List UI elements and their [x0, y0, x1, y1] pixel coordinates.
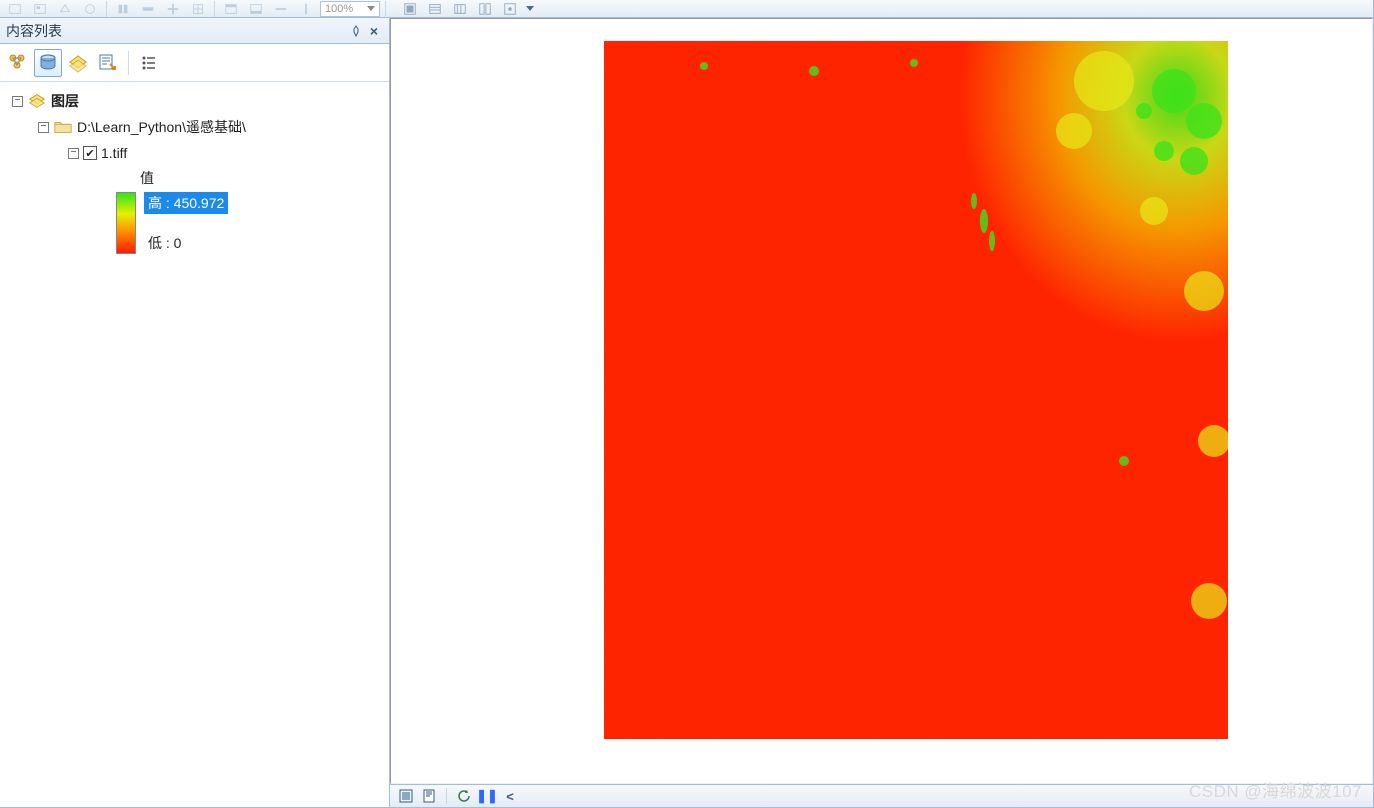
raster-display [604, 41, 1228, 739]
toolbar-btn[interactable] [424, 1, 446, 17]
toolbar-btn[interactable] [499, 1, 521, 17]
toolbar-separator [214, 1, 215, 17]
list-by-visibility-icon[interactable] [64, 49, 92, 77]
tree-folder-label: D:\Learn_Python\遥感基础\ [77, 117, 246, 137]
toolbar-btn[interactable] [220, 1, 242, 17]
back-icon[interactable]: < [500, 787, 520, 805]
tree-layer-label: 1.tiff [101, 145, 127, 161]
pin-icon[interactable] [347, 22, 365, 40]
layout-view-icon[interactable] [419, 787, 439, 805]
toc-header: 内容列表 × [0, 18, 389, 44]
zoom-combo[interactable]: 100% [320, 1, 380, 17]
toc-tree: 图层 D:\Learn_Python\遥感基础\ 1.tiff [0, 82, 389, 807]
tree-root-label: 图层 [51, 91, 79, 111]
toolbar-btn[interactable] [112, 1, 134, 17]
toolbar-btn[interactable] [54, 1, 76, 17]
toolbar-btn[interactable] [270, 1, 292, 17]
toolbar-btn[interactable] [474, 1, 496, 17]
top-toolbar: 100% [0, 0, 1373, 18]
toolbar-separator [446, 788, 447, 804]
chevron-down-icon [367, 6, 375, 11]
list-by-selection-icon[interactable] [94, 49, 122, 77]
list-by-source-icon[interactable] [34, 49, 62, 77]
toc-toolbar [0, 44, 389, 82]
toolbar-btn[interactable] [4, 1, 26, 17]
layers-icon [27, 91, 47, 111]
map-view[interactable] [390, 18, 1373, 784]
toolbar-btn[interactable] [449, 1, 471, 17]
chevron-down-icon[interactable] [526, 6, 534, 11]
toolbar-btn[interactable] [295, 1, 317, 17]
low-value-label: 低 : 0 [144, 232, 228, 254]
value-heading: 值 [140, 168, 154, 188]
collapse-icon[interactable] [38, 122, 49, 133]
tree-folder-row[interactable]: D:\Learn_Python\遥感基础\ [4, 114, 385, 140]
pause-icon[interactable]: ❚❚ [477, 787, 497, 805]
toolbar-btn[interactable] [399, 1, 421, 17]
close-icon[interactable]: × [365, 22, 383, 40]
toc-toolbar-separator [128, 51, 129, 75]
zoom-value: 100% [325, 3, 353, 15]
color-ramp-legend: 高 : 450.972 低 : 0 [4, 192, 385, 254]
toolbar-separator [385, 1, 386, 17]
toolbar-btn[interactable] [79, 1, 101, 17]
refresh-icon[interactable] [454, 787, 474, 805]
toc-options-icon[interactable] [135, 49, 163, 77]
folder-icon [53, 118, 73, 136]
tree-layer-row[interactable]: 1.tiff [4, 140, 385, 166]
high-value-label[interactable]: 高 : 450.972 [144, 192, 228, 214]
toc-title: 内容列表 [6, 21, 347, 41]
toolbar-separator [106, 1, 107, 17]
data-view-icon[interactable] [396, 787, 416, 805]
toc-panel: 内容列表 × [0, 18, 390, 807]
toolbar-btn[interactable] [29, 1, 51, 17]
collapse-icon[interactable] [68, 148, 79, 159]
toolbar-btn[interactable] [162, 1, 184, 17]
toolbar-btn[interactable] [187, 1, 209, 17]
tree-root-row[interactable]: 图层 [4, 88, 385, 114]
collapse-icon[interactable] [12, 96, 23, 107]
toolbar-btn[interactable] [245, 1, 267, 17]
map-panel: ❚❚ < [390, 18, 1373, 807]
toolbar-btn[interactable] [137, 1, 159, 17]
layer-visibility-checkbox[interactable] [83, 146, 97, 160]
list-by-drawing-order-icon[interactable] [4, 49, 32, 77]
color-ramp-icon [116, 192, 136, 254]
bottom-toolbar: ❚❚ < [390, 784, 1373, 807]
